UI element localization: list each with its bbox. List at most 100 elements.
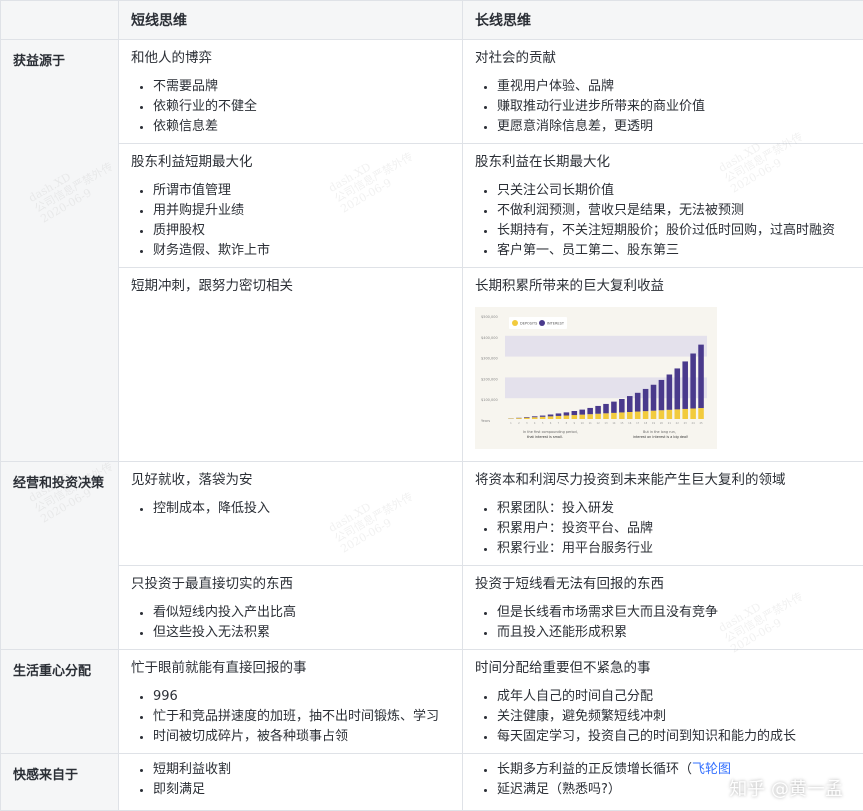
header-short: 短线思维 bbox=[118, 0, 463, 40]
x-tick-label: 11 bbox=[589, 421, 593, 425]
bar-interest bbox=[658, 379, 665, 411]
x-tick-label: 16 bbox=[628, 421, 632, 425]
chart-band bbox=[505, 335, 707, 357]
list-item: 客户第一、员工第二、股东第三 bbox=[497, 241, 853, 261]
long-cell: 股东利益在长期最大化 只关注公司长期价值 不做利润预测，营收只是结果，无法被预测… bbox=[462, 143, 863, 268]
table-row: 获益源于 和他人的博弈 不需要品牌 依赖行业的不健全 依赖信息差 对社会的贡献 … bbox=[0, 39, 863, 462]
x-tick-label: 13 bbox=[604, 421, 608, 425]
list-item: 赚取推动行业进步所带来的商业价值 bbox=[497, 97, 853, 117]
list-item: 积累团队：投入研发 bbox=[497, 499, 853, 519]
list-item: 财务造假、欺诈上市 bbox=[153, 241, 452, 261]
y-tick-label: $300,000 bbox=[481, 357, 498, 361]
x-tick-label: 15 bbox=[620, 421, 624, 425]
bar-interest bbox=[642, 388, 649, 412]
short-title: 只投资于最直接切实的东西 bbox=[131, 576, 293, 592]
bar-interest bbox=[674, 368, 681, 410]
bar-deposits bbox=[539, 416, 546, 419]
legend-label-interest: INTEREST bbox=[547, 322, 565, 326]
list-item: 不做利润预测，营收只是结果，无法被预测 bbox=[497, 201, 853, 221]
caption-left-2: that interest is small. bbox=[527, 435, 563, 439]
header-long: 长线思维 bbox=[462, 0, 863, 40]
bar-deposits bbox=[531, 417, 538, 419]
short-title: 见好就收，落袋为安 bbox=[131, 472, 253, 488]
x-tick-label: 19 bbox=[652, 421, 656, 425]
y-tick-label: $200,000 bbox=[481, 377, 498, 381]
list-item: 依赖信息差 bbox=[153, 117, 452, 137]
list-item: 长期持有，不关注短期股价；股价过低时回购，过高时融资 bbox=[497, 221, 853, 241]
bar-interest bbox=[587, 407, 593, 415]
bar-interest bbox=[698, 344, 704, 409]
flywheel-link[interactable]: 飞轮图 bbox=[692, 762, 731, 777]
x-tick-label: 7 bbox=[558, 421, 560, 425]
x-tick-label: 21 bbox=[668, 421, 672, 425]
y-tick-label: $500,000 bbox=[481, 315, 498, 319]
list-item: 用并购提升业绩 bbox=[153, 201, 452, 221]
x-tick-label: 17 bbox=[636, 421, 640, 425]
long-cell: 时间分配给重要但不紧急的事 成年人自己的时间自己分配 关注健康，避免频繁短线冲刺… bbox=[462, 649, 863, 754]
y-tick-label: $400,000 bbox=[481, 336, 498, 340]
list-item: 时间被切成碎片，被各种琐事占领 bbox=[153, 727, 452, 747]
long-list: 但是长线看市场需求巨大而且没有竞争 而且投入还能形成积累 bbox=[475, 603, 853, 643]
y-tick-label: Years bbox=[481, 419, 490, 423]
caption-left-1: In the first compounding period, bbox=[523, 430, 578, 434]
bar-interest bbox=[611, 401, 617, 413]
long-cell: 将资本和利润尽力投资到未来能产生巨大复利的领域 积累团队：投入研发 积累用户：投… bbox=[462, 461, 863, 566]
list-item: 每天固定学习，投资自己的时间到知识和能力的成长 bbox=[497, 727, 853, 747]
author-credit: 知乎 @黄一孟 bbox=[729, 779, 843, 800]
bar-interest bbox=[563, 412, 570, 416]
x-tick-label: 22 bbox=[676, 421, 680, 425]
long-title: 将资本和利润尽力投资到未来能产生巨大复利的领域 bbox=[475, 472, 786, 488]
short-list: 996 忙于和竞品拼速度的加班，抽不出时间锻炼、学习 时间被切成碎片，被各种琐事… bbox=[131, 687, 452, 747]
short-title: 和他人的博弈 bbox=[131, 50, 212, 66]
short-cell: 股东利益短期最大化 所谓市值管理 用并购提升业绩 质押股权 财务造假、欺诈上市 bbox=[118, 143, 463, 268]
bar-interest bbox=[666, 374, 673, 410]
bar-deposits bbox=[524, 417, 530, 419]
x-tick-label: 14 bbox=[612, 421, 616, 425]
x-tick-label: 4 bbox=[534, 421, 536, 425]
list-item: 而且投入还能形成积累 bbox=[497, 623, 853, 643]
x-tick-label: 2 bbox=[518, 421, 520, 425]
x-tick-label: 10 bbox=[581, 421, 585, 425]
bar-deposits bbox=[626, 412, 633, 419]
long-cell: 对社会的贡献 重视用户体验、品牌 赚取推动行业进步所带来的商业价值 更愿意消除信… bbox=[462, 39, 863, 144]
bar-interest bbox=[531, 416, 538, 418]
table-row: 经营和投资决策 见好就收，落袋为安 控制成本，降低投入 将资本和利润尽力投资到未… bbox=[0, 461, 863, 650]
bar-interest bbox=[547, 414, 554, 417]
long-cell: 投资于短线看无法有回报的东西 但是长线看市场需求巨大而且没有竞争 而且投入还能形… bbox=[462, 565, 863, 650]
table-row: 短期冲刺，跟努力密切相关 长期积累所带来的巨大复利收益 $500,000 $400… bbox=[1, 267, 863, 462]
short-cell: 和他人的博弈 不需要品牌 依赖行业的不健全 依赖信息差 bbox=[118, 39, 463, 144]
long-cell: 长期积累所带来的巨大复利收益 $500,000 $400,000 $300,000 $… bbox=[462, 267, 863, 462]
bar-deposits bbox=[690, 408, 696, 419]
x-tick-label: 24 bbox=[692, 421, 696, 425]
bar-interest bbox=[682, 361, 688, 409]
list-item: 关注健康，避免频繁短线冲刺 bbox=[497, 707, 853, 727]
short-list: 控制成本，降低投入 bbox=[131, 499, 452, 519]
long-list: 成年人自己的时间自己分配 关注健康，避免频繁短线冲刺 每天固定学习，投资自己的时… bbox=[475, 687, 853, 747]
bar-deposits bbox=[658, 410, 665, 419]
x-tick-label: 25 bbox=[699, 421, 703, 425]
short-list: 不需要品牌 依赖行业的不健全 依赖信息差 bbox=[131, 77, 452, 137]
bar-deposits bbox=[603, 413, 609, 419]
x-tick-label: 20 bbox=[660, 421, 664, 425]
bar-interest bbox=[555, 413, 562, 416]
bar-deposits bbox=[547, 416, 554, 419]
long-list: 只关注公司长期价值 不做利润预测，营收只是结果，无法被预测 长期持有，不关注短期… bbox=[475, 181, 853, 261]
bar-interest bbox=[626, 396, 633, 412]
legend-label-deposits: DEPOSITS bbox=[520, 322, 538, 326]
list-item: 短期利益收割 bbox=[153, 760, 452, 780]
list-item: 更愿意消除信息差，更透明 bbox=[497, 117, 853, 137]
short-cell: 短期冲刺，跟努力密切相关 bbox=[118, 267, 463, 462]
bar-interest bbox=[650, 384, 657, 411]
header-row: 短线思维 长线思维 bbox=[0, 0, 863, 40]
list-item: 积累行业：用平台服务行业 bbox=[497, 539, 853, 559]
bar-deposits bbox=[682, 408, 688, 419]
list-item: 看似短线内投入产出比高 bbox=[153, 603, 452, 623]
long-title: 长期积累所带来的巨大复利收益 bbox=[475, 278, 664, 294]
bar-deposits bbox=[611, 412, 617, 419]
bar-interest bbox=[690, 353, 696, 409]
table-row: 只投资于最直接切实的东西 看似短线内投入产出比高 但这些投入无法积累 投资于短线… bbox=[1, 565, 863, 650]
bar-interest bbox=[579, 409, 586, 415]
legend-swatch-interest bbox=[539, 320, 545, 326]
comparison-table: 短线思维 长线思维 获益源于 和他人的博弈 不需要品牌 依赖行业的不健全 依赖信… bbox=[0, 0, 863, 811]
x-tick-label: 6 bbox=[550, 421, 552, 425]
